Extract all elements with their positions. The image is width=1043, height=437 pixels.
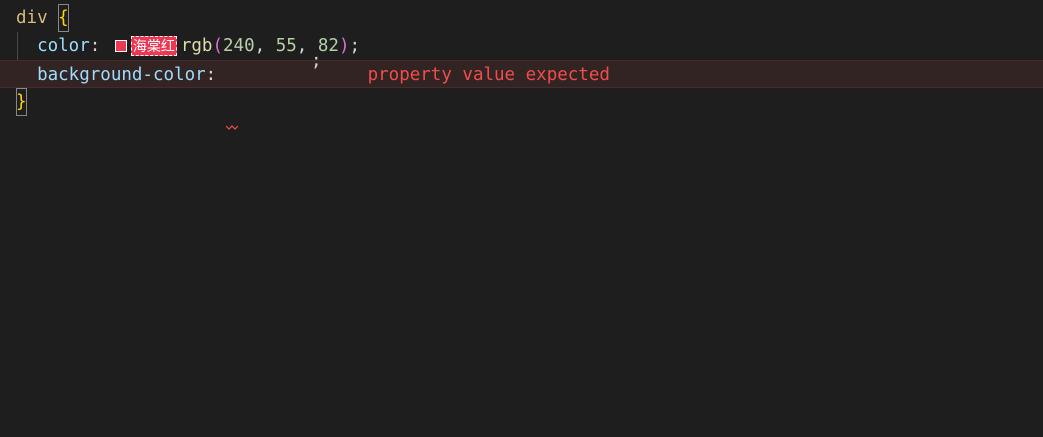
colon: : — [89, 36, 101, 56]
close-brace: } — [16, 88, 27, 116]
code-line-4[interactable]: } — [0, 88, 1043, 116]
code-line-3-error[interactable]: background-color : ; property value expe… — [0, 51, 1043, 130]
code-editor[interactable]: div { color : 海棠红 rgb ( 240 , 55 , 82 ) … — [0, 0, 1043, 437]
paren-close: ) — [338, 36, 350, 56]
colon: : — [205, 65, 217, 85]
css-property-color: color — [37, 36, 90, 56]
paren-open: ( — [212, 36, 224, 56]
color-swatch-icon[interactable] — [114, 40, 127, 52]
open-brace: { — [58, 4, 69, 32]
css-selector: div — [16, 8, 48, 28]
code-line-1[interactable]: div { — [0, 4, 1043, 32]
code-line-2[interactable]: color : 海棠红 rgb ( 240 , 55 , 82 ) ; — [0, 32, 1043, 60]
css-property-background-color: background-color — [37, 65, 206, 85]
rgb-function: rgb — [180, 36, 213, 56]
color-name-badge[interactable]: 海棠红 — [130, 36, 177, 56]
error-squiggle-icon — [225, 125, 238, 130]
inline-error-message: property value expected — [367, 65, 610, 85]
semicolon: ; — [349, 36, 361, 56]
